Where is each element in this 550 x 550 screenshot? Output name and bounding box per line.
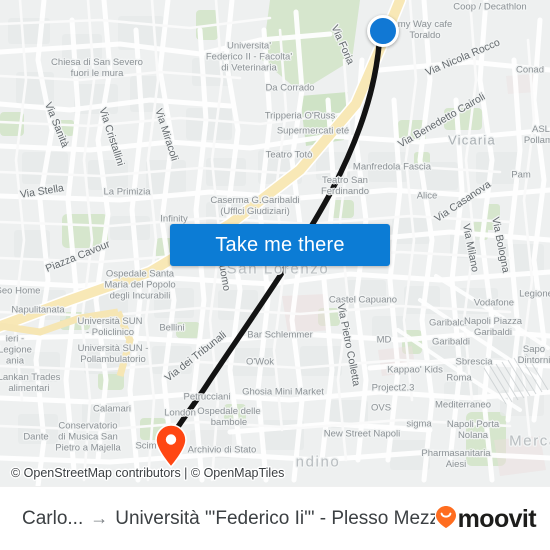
origin-marker-icon[interactable] bbox=[367, 15, 399, 47]
map-canvas[interactable]: .blk{fill:#e7eaea} .grn{fill:#d6e6cd} .g… bbox=[0, 0, 550, 486]
moovit-map-screen: .blk{fill:#e7eaea} .grn{fill:#d6e6cd} .g… bbox=[0, 0, 550, 550]
moovit-wordmark: moovit bbox=[457, 504, 537, 533]
moovit-pin-icon bbox=[435, 505, 457, 534]
moovit-logo[interactable]: moovit bbox=[435, 504, 537, 534]
arrow-right-icon: → bbox=[90, 508, 109, 528]
trip-footer: Carlo... → Università "'Federico Ii'" - … bbox=[0, 486, 550, 550]
trip-destination-label: Università "'Federico Ii'" - Plesso Mezz… bbox=[115, 508, 435, 529]
take-me-there-button[interactable]: Take me there bbox=[170, 224, 390, 266]
trip-summary: Carlo... → Università "'Federico Ii'" - … bbox=[22, 508, 435, 530]
trip-origin-label: Carlo... bbox=[22, 508, 84, 529]
destination-marker-icon[interactable] bbox=[155, 424, 187, 468]
map-attribution[interactable]: © OpenStreetMap contributors | © OpenMap… bbox=[11, 466, 284, 480]
